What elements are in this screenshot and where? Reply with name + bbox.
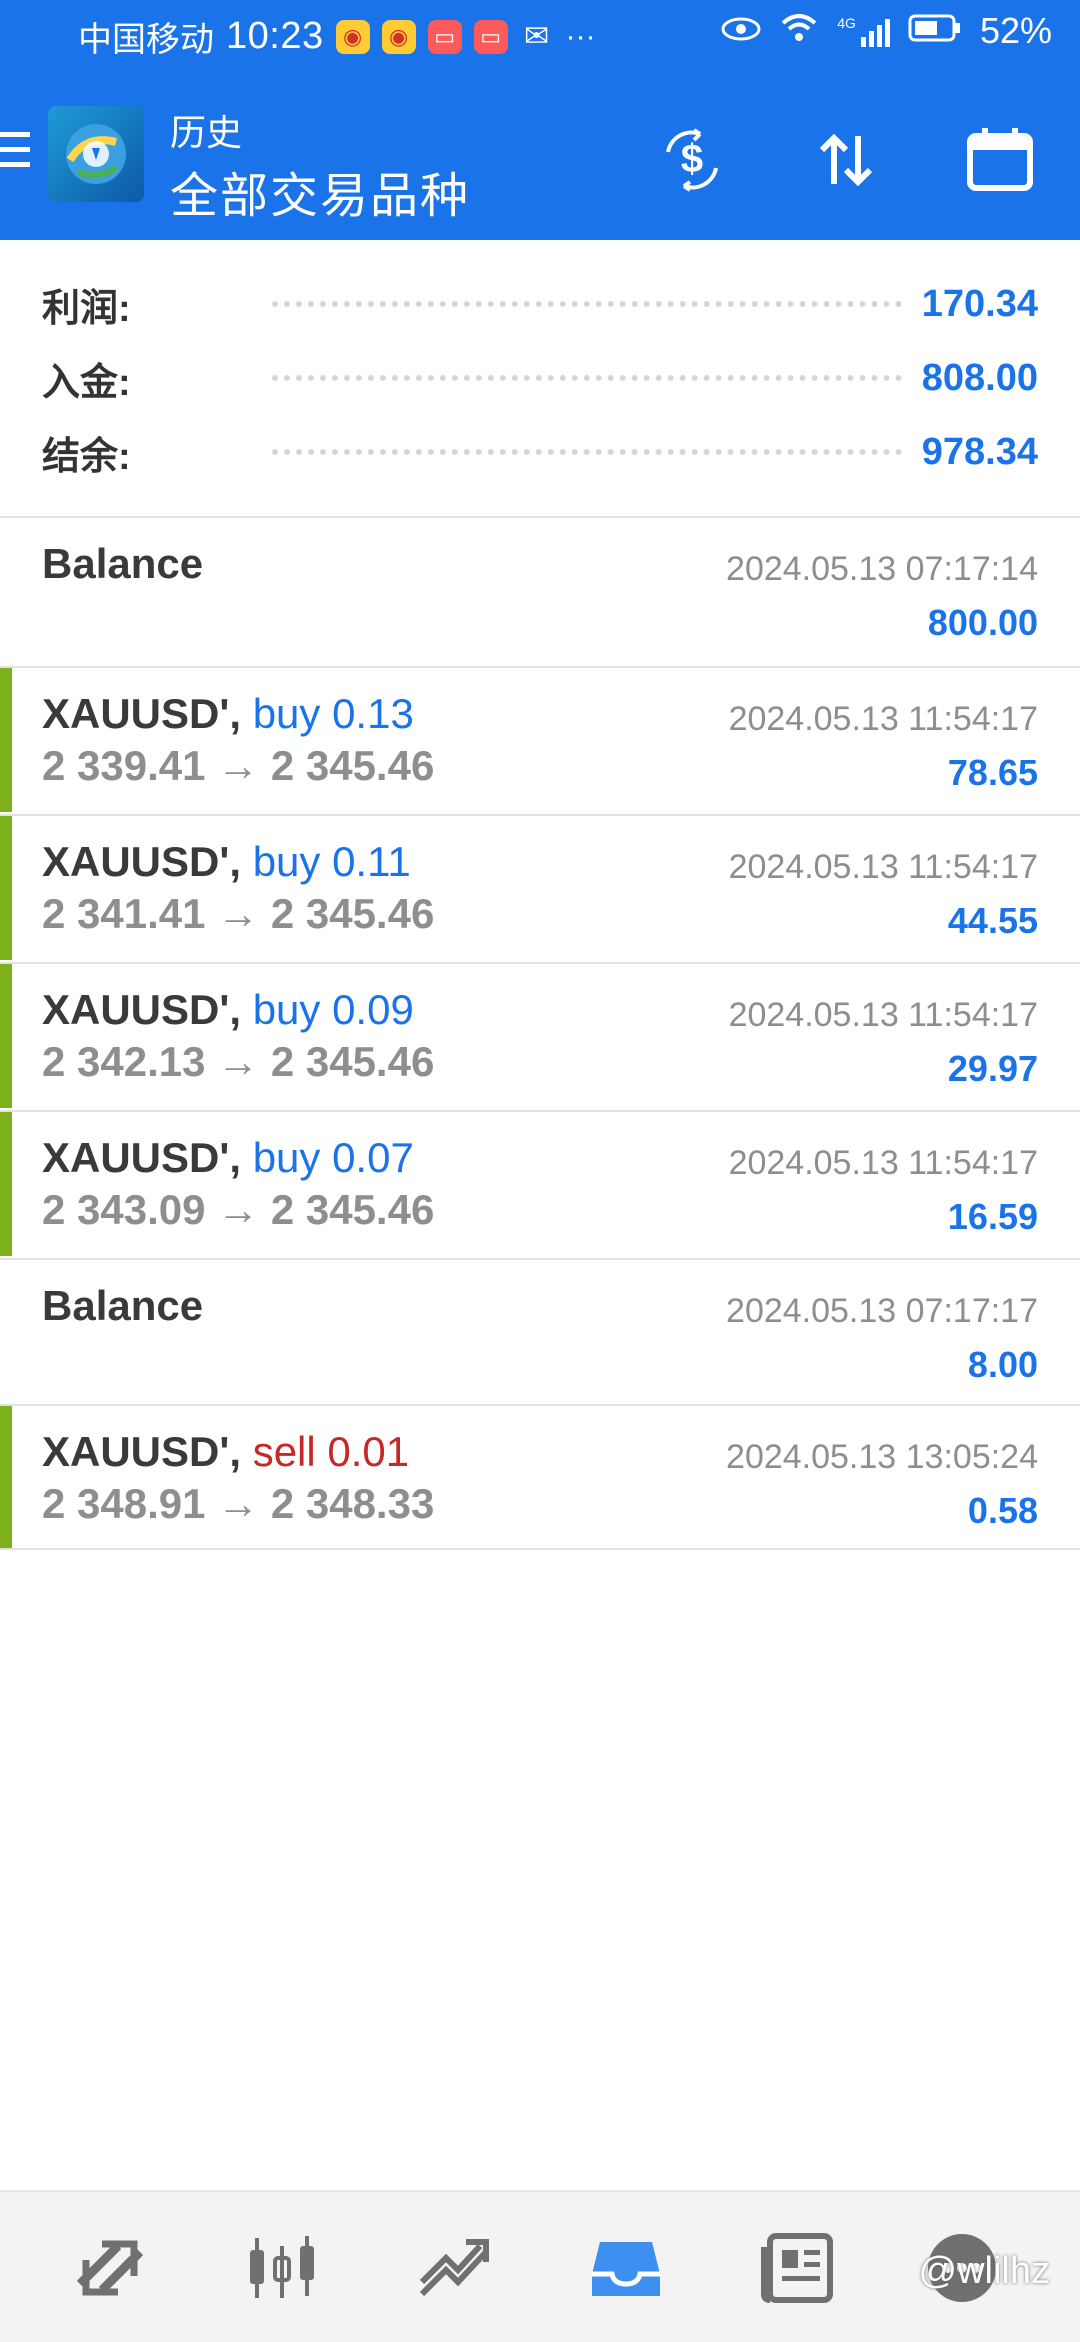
trade-accent-bar (0, 1112, 12, 1256)
battery-icon (908, 10, 962, 52)
trade-accent-bar (0, 1406, 12, 1550)
page-title: 历史 (170, 112, 243, 153)
signal-icon: 4G (837, 15, 890, 47)
deal-type-filter-icon[interactable]: $ (652, 120, 732, 200)
balance-label: 结余: (42, 435, 131, 478)
shopping-icon: ▭ (427, 19, 462, 54)
record-amount: 8.00 (967, 1344, 1038, 1385)
record-amount: 0.58 (967, 1490, 1038, 1531)
record-title: XAUUSD', buy 0.11 (42, 838, 411, 886)
account-summary: 利润: 170.34 入金: 808.00 结余: 978.34 (0, 240, 1080, 516)
eye-icon (721, 10, 761, 52)
watermark: @wlilhz (918, 2250, 1050, 2292)
record-title: Balance (42, 1282, 204, 1329)
record-title: XAUUSD', buy 0.13 (42, 690, 414, 738)
balance-value: 978.34 (921, 430, 1038, 473)
menu-icon[interactable] (0, 132, 30, 176)
wifi-icon (779, 10, 819, 52)
app-bar: 历史 全部交易品种 $ (0, 72, 1080, 240)
profit-label: 利润: (42, 287, 131, 330)
list-item[interactable]: Balance 2024.05.13 07:17:17 8.00 (0, 1260, 1080, 1406)
trade-symbol: XAUUSD', (42, 690, 242, 737)
trade-accent-bar (0, 964, 12, 1108)
symbol-filter[interactable]: 全部交易品种 (170, 156, 470, 226)
deposit-value: 808.00 (921, 356, 1038, 399)
trade-side: sell 0.01 (252, 1428, 410, 1475)
trade-side: buy 0.11 (252, 838, 411, 885)
history-icon[interactable] (576, 2218, 676, 2318)
trade-symbol: XAUUSD', (42, 1134, 242, 1181)
svg-text:$: $ (681, 137, 703, 181)
trade-prices: 2 343.09 → 2 345.46 (42, 1186, 435, 1233)
record-date: 2024.05.13 07:17:17 (726, 1292, 1038, 1330)
record-title: XAUUSD', buy 0.07 (42, 1134, 414, 1182)
chart-icon[interactable] (232, 2218, 332, 2318)
divider (0, 1548, 1080, 1550)
record-date: 2024.05.13 13:05:24 (726, 1438, 1038, 1476)
trade-prices: 2 342.13 → 2 345.46 (42, 1038, 435, 1085)
trade-accent-bar (0, 668, 12, 812)
sort-icon[interactable] (806, 120, 886, 200)
record-title: XAUUSD', sell 0.01 (42, 1428, 409, 1476)
battery-percent: 52% (979, 10, 1052, 51)
list-item[interactable]: XAUUSD', buy 0.09 2 342.13 → 2 345.46 20… (0, 964, 1080, 1110)
list-item[interactable]: XAUUSD', buy 0.11 2 341.41 → 2 345.46 20… (0, 816, 1080, 962)
record-title: XAUUSD', buy 0.09 (42, 986, 414, 1034)
wechat-icon: ✉ (524, 20, 550, 53)
profit-row: 利润: 170.34 (42, 274, 1038, 334)
trade-prices: 2 341.41 → 2 345.46 (42, 890, 435, 937)
status-bar: 中国移动 10:23 ◉ ◉ ▭ ▭ ✉ ··· 4G 52% (0, 0, 1080, 72)
record-amount: 78.65 (947, 752, 1038, 793)
leader-dots (272, 375, 902, 381)
profit-value: 170.34 (921, 282, 1038, 325)
record-date: 2024.05.13 11:54:17 (728, 848, 1038, 886)
list-item[interactable]: XAUUSD', buy 0.13 2 339.41 → 2 345.46 20… (0, 668, 1080, 814)
network-type-label: 4G (837, 15, 856, 31)
carrier-label: 中国移动 (78, 21, 214, 59)
calendar-icon[interactable] (960, 120, 1040, 200)
balance-row: 结余: 978.34 (42, 422, 1038, 482)
trade-side: buy 0.07 (252, 1134, 414, 1181)
deposit-label: 入金: (42, 361, 131, 404)
shopping-icon: ▭ (473, 19, 508, 54)
trade-prices: 2 348.91 → 2 348.33 (42, 1480, 435, 1527)
leader-dots (272, 301, 902, 307)
more-notifications-icon: ··· (565, 19, 596, 53)
trade-symbol: XAUUSD', (42, 838, 242, 885)
record-date: 2024.05.13 11:54:17 (728, 1144, 1038, 1182)
record-amount: 44.55 (947, 900, 1038, 941)
record-title: Balance (42, 540, 204, 587)
clock: 10:23 (226, 15, 324, 57)
record-amount: 16.59 (947, 1196, 1038, 1237)
record-date: 2024.05.13 11:54:17 (728, 996, 1038, 1034)
weibo-icon: ◉ (335, 19, 370, 54)
trade-prices: 2 339.41 → 2 345.46 (42, 742, 435, 789)
trade-accent-bar (0, 816, 12, 960)
record-amount: 800.00 (927, 602, 1038, 643)
news-icon[interactable] (748, 2218, 848, 2318)
deposit-row: 入金: 808.00 (42, 348, 1038, 408)
trade-icon[interactable] (404, 2218, 504, 2318)
metatrader-logo-icon (48, 106, 144, 202)
trade-side: buy 0.09 (252, 986, 414, 1033)
record-date: 2024.05.13 11:54:17 (728, 700, 1038, 738)
trade-symbol: XAUUSD', (42, 1428, 242, 1475)
list-item[interactable]: XAUUSD', buy 0.07 2 343.09 → 2 345.46 20… (0, 1112, 1080, 1258)
record-amount: 29.97 (947, 1048, 1038, 1089)
record-date: 2024.05.13 07:17:14 (726, 550, 1038, 588)
list-item[interactable]: XAUUSD', sell 0.01 2 348.91 → 2 348.33 2… (0, 1406, 1080, 1552)
quotes-icon[interactable] (60, 2218, 160, 2318)
trade-side: buy 0.13 (252, 690, 414, 737)
trade-symbol: XAUUSD', (42, 986, 242, 1033)
leader-dots (272, 449, 902, 455)
weibo-icon: ◉ (381, 19, 416, 54)
list-item[interactable]: Balance 2024.05.13 07:17:14 800.00 (0, 518, 1080, 664)
